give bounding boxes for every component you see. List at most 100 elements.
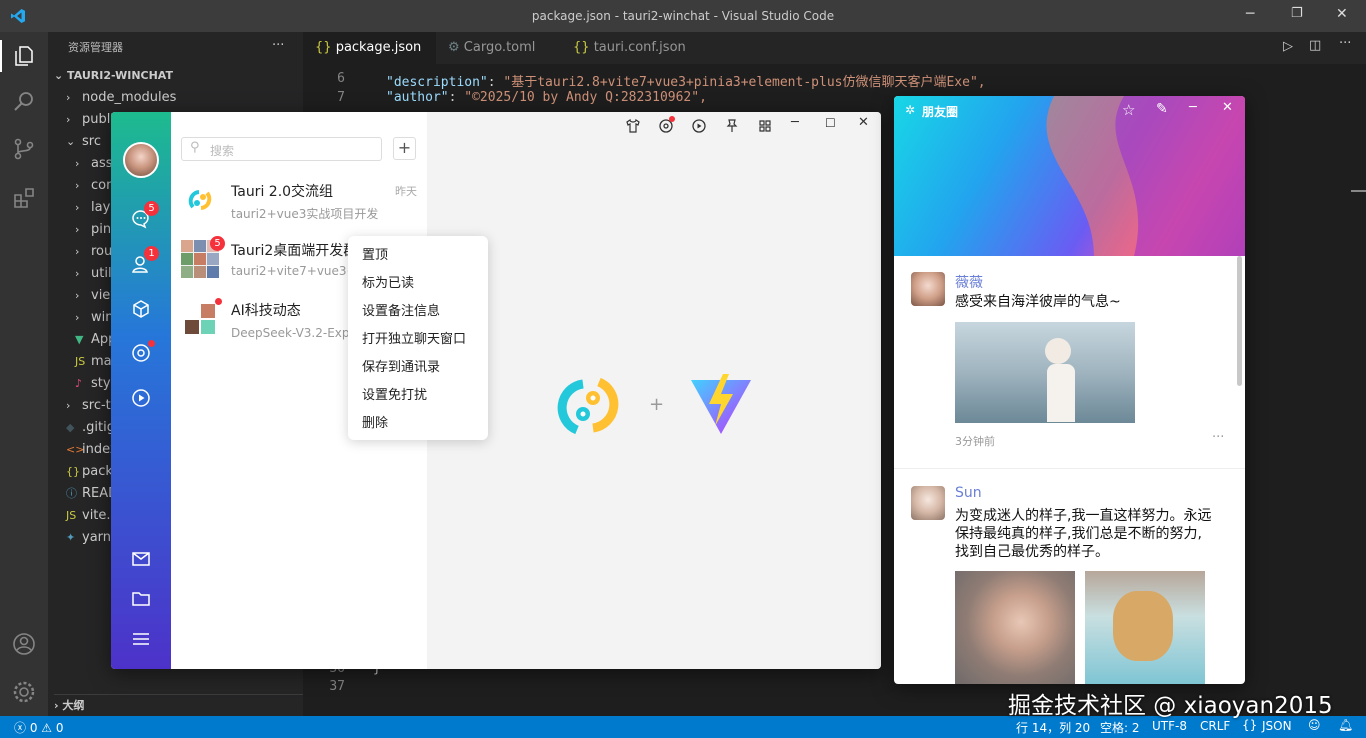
close-icon[interactable]: ✕ [1222,100,1233,115]
tree-item[interactable]: › node_modules [66,87,176,109]
moments-aperture-icon[interactable] [131,343,151,363]
feedback-icon[interactable]: ☺ [1308,718,1321,732]
restore-icon[interactable]: ❐ [1291,6,1303,21]
post-photo[interactable] [955,571,1075,684]
moments-header: ✲ 朋友圈 ☆ ✎ ─ ✕ [894,96,1245,256]
line-number: 37 [329,679,345,694]
vue-icon: ▼ [75,333,84,346]
edit-icon[interactable]: ✎ [1156,101,1168,117]
source-control-icon[interactable] [12,137,36,161]
tree-item[interactable]: ◆ .gitig [66,417,115,439]
post-more-icon[interactable]: ··· [1212,430,1224,445]
info-icon: ⓘ [66,487,77,500]
tree-item[interactable]: › win [75,307,113,329]
moments-window: ✲ 朋友圈 ☆ ✎ ─ ✕ 薇薇 感受来自海洋彼岸的气息~ 3分钟前 ··· S… [894,96,1245,684]
menu-item-set-remark[interactable]: 设置备注信息 [348,298,488,326]
search-icon[interactable] [12,89,36,113]
close-icon[interactable]: ✕ [1336,6,1348,22]
chevron-right-icon: › [66,399,71,412]
context-menu: 置顶 标为已读 设置备注信息 打开独立聊天窗口 保存到通讯录 设置免打扰 删除 [348,236,488,440]
minimap-slider[interactable] [1351,190,1366,192]
tree-item[interactable]: ⌄ src [66,131,101,153]
code-line: "description": "基于tauri2.8+vite7+vue3+pi… [386,75,986,90]
tauri-logo-icon [557,377,619,435]
menu-item-delete[interactable]: 删除 [348,410,488,438]
editor-tabs: {} package.json ✕ ⚙ Cargo.toml {} tauri.… [303,32,1366,87]
menu-item-mark-read[interactable]: 标为已读 [348,270,488,298]
menu-item-mute[interactable]: 设置免打扰 [348,382,488,410]
chat-main-area: ─ ☐ ✕ + [427,112,881,669]
split-editor-icon[interactable]: ◫ [1309,38,1321,53]
grid-icon[interactable] [758,119,772,133]
tree-item-label: src [82,134,101,149]
cursor-position[interactable]: 行 14，列 20 [1016,719,1090,736]
tree-item[interactable]: › pini [75,219,115,241]
menu-icon[interactable] [131,629,151,649]
scrollbar[interactable] [1237,256,1242,386]
folder-icon[interactable] [131,589,151,609]
more-actions-icon[interactable]: ··· [272,38,284,53]
post-author[interactable]: 薇薇 [955,272,983,292]
more-icon[interactable]: ··· [1339,36,1351,51]
conversation-item[interactable]: Tauri 2.0交流组 tauri2+vue3实战项目开发 昨天 [181,173,417,227]
tab-cargo-toml[interactable]: ⚙ Cargo.toml [436,32,561,64]
post-author[interactable]: Sun [955,485,982,501]
problems-indicator[interactable]: ⓧ 0 ⚠ 0 [14,719,64,736]
explorer-icon[interactable] [12,44,36,68]
post-photo[interactable] [1085,571,1205,684]
play-circle-icon[interactable] [131,388,151,408]
tree-item[interactable]: › publi [66,109,114,131]
tree-item[interactable]: JS mai [75,351,115,373]
settings-gear-icon[interactable] [12,680,36,704]
explorer-title: 资源管理器 [68,41,123,54]
menu-item-pin-top[interactable]: 置顶 [348,242,488,270]
chevron-right-icon: › [66,91,71,104]
menu-item-save-contacts[interactable]: 保存到通讯录 [348,354,488,382]
close-icon[interactable]: ✕ [858,115,869,130]
minimize-icon[interactable]: ─ [1189,100,1197,115]
language-mode[interactable]: JSON [1262,719,1292,733]
post-avatar[interactable] [911,486,945,520]
star-icon[interactable]: ☆ [1122,101,1135,119]
shirt-icon[interactable] [626,119,640,133]
title-bar: package.json - tauri2-winchat - Visual S… [0,0,1366,32]
vite-logo-icon [691,374,751,434]
run-icon[interactable]: ▷ [1283,39,1293,54]
mail-icon[interactable] [131,549,151,569]
post-avatar[interactable] [911,272,945,306]
tree-item-label: publi [82,112,114,127]
indentation[interactable]: 空格: 2 [1100,719,1140,736]
maximize-icon[interactable]: ☐ [825,116,836,130]
search-icon: ⚲ [190,140,200,155]
add-button[interactable]: + [393,137,416,160]
minimize-icon[interactable]: ─ [1246,6,1254,22]
project-root[interactable]: ⌄ TAURI2-WINCHAT [54,65,173,87]
account-icon[interactable] [12,632,36,656]
vscode-logo-icon [11,9,25,23]
tree-item[interactable]: JS vite.c [66,505,118,527]
cube-icon[interactable] [131,299,151,319]
play-icon[interactable] [692,119,706,133]
outline-section[interactable]: › 大纲 [54,694,309,716]
encoding[interactable]: UTF-8 [1152,719,1187,733]
tab-package-json[interactable]: {} package.json ✕ [303,32,436,87]
eol[interactable]: CRLF [1200,719,1230,733]
search-placeholder: 搜索 [210,144,235,158]
tree-item[interactable]: <>index [66,439,118,461]
minimize-icon[interactable]: ─ [791,115,799,130]
pin-icon[interactable] [725,119,739,133]
conversation-preview: tauri2+vue3实战项目开发 [231,207,379,221]
post-photo[interactable] [955,322,1135,423]
palette-dot [669,116,675,122]
extensions-icon[interactable] [12,186,36,210]
tab-tauri-conf-json[interactable]: {} tauri.conf.json [561,32,701,64]
menu-item-open-window[interactable]: 打开独立聊天窗口 [348,326,488,354]
unread-badge: 5 [210,236,225,251]
user-avatar[interactable] [123,142,159,178]
bell-icon[interactable]: 🔔︎ [1338,718,1353,732]
chevron-down-icon: ⌄ [66,135,76,148]
divider [894,468,1245,469]
braces-icon: {} [1242,718,1258,732]
search-input[interactable]: ⚲ 搜索 [181,137,382,161]
line-number: 6 [337,71,345,86]
